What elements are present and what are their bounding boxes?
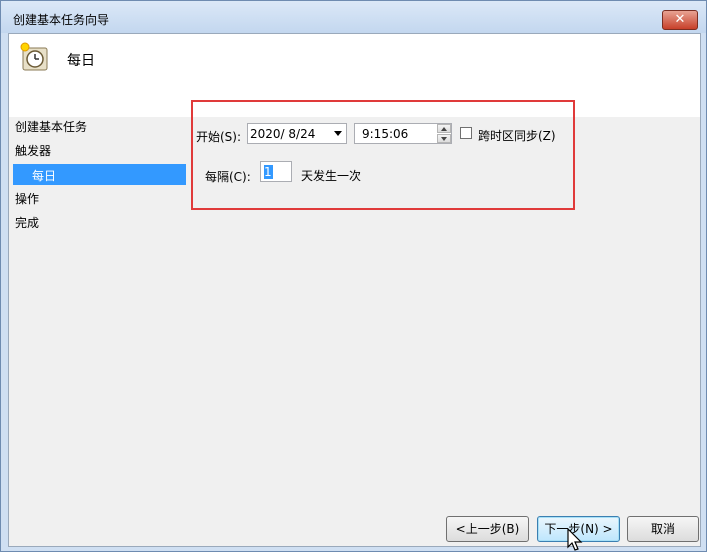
interval-label: 每隔(C): — [205, 170, 251, 184]
cancel-button[interactable]: 取消 — [627, 516, 699, 542]
interval-suffix: 天发生一次 — [301, 169, 362, 183]
nav-step-daily-selected: 每日 — [13, 164, 186, 185]
start-label: 开始(S): — [196, 130, 242, 144]
title-bar: 创建基本任务向导 ✕ — [1, 1, 706, 33]
spin-up-icon[interactable] — [437, 124, 451, 133]
nav-step-create-basic-task: 创建基本任务 — [15, 120, 88, 134]
client-area: 每日 创建基本任务 触发器 每日 操作 完成 开始(S): 2020/ 8/24… — [8, 33, 701, 547]
start-time-input[interactable]: 9:15:06 — [354, 123, 452, 144]
highlight-box — [191, 100, 575, 210]
nav-step-finish: 完成 — [15, 216, 40, 230]
nav-step-trigger: 触发器 — [15, 144, 52, 158]
spin-down-icon[interactable] — [437, 134, 451, 143]
page-title: 每日 — [67, 53, 95, 69]
wizard-window: 创建基本任务向导 ✕ 每日 创建基本任务 触发器 每日 操作 完成 开始(S): — [0, 0, 707, 552]
sync-timezone-label: 跨时区同步(Z) — [478, 129, 556, 143]
window-title: 创建基本任务向导 — [13, 13, 110, 27]
nav-step-action: 操作 — [15, 192, 40, 206]
start-date-picker[interactable]: 2020/ 8/24 — [247, 123, 347, 144]
interval-value: 1 — [264, 165, 273, 179]
mouse-cursor-icon — [567, 528, 583, 551]
chevron-down-icon[interactable] — [334, 131, 342, 136]
time-spinner[interactable] — [437, 124, 451, 143]
close-button[interactable]: ✕ — [662, 10, 698, 30]
clock-icon — [20, 42, 48, 71]
interval-input[interactable]: 1 — [260, 161, 292, 182]
back-button[interactable]: <上一步(B) — [446, 516, 529, 542]
sync-timezone-checkbox[interactable] — [460, 127, 472, 139]
